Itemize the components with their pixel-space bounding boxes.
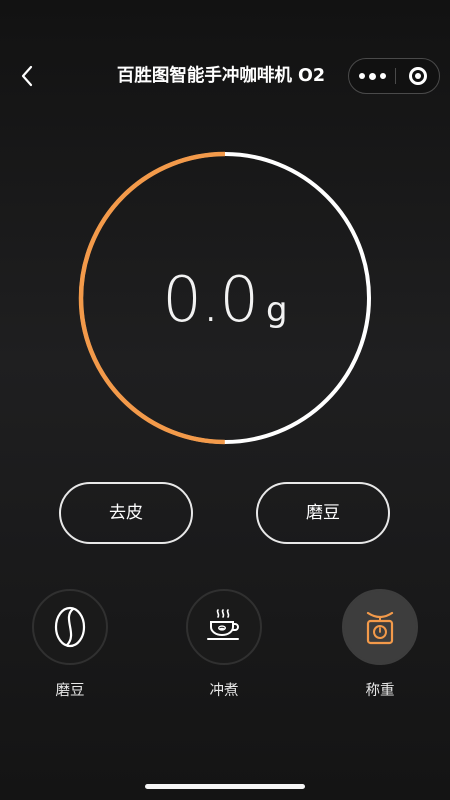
mode-brew-label: 冲煮 [209, 683, 239, 699]
target-circle-icon [409, 67, 427, 85]
page-title: 百胜图智能手冲咖啡机 O2 [116, 66, 326, 86]
mode-weigh[interactable]: 称重 [342, 589, 418, 700]
chevron-left-icon [21, 65, 33, 87]
mode-grind-circle [32, 589, 108, 665]
mode-grind[interactable]: 磨豆 [32, 589, 108, 700]
menu-capsule [348, 58, 440, 94]
more-dots-icon [358, 73, 365, 79]
back-button[interactable] [14, 62, 42, 90]
more-button[interactable] [349, 59, 395, 93]
nav-bar: 百胜图智能手冲咖啡机 O2 [0, 48, 450, 104]
grind-button[interactable]: 磨豆 [256, 482, 390, 544]
coffee-bean-icon [54, 606, 86, 648]
close-button[interactable] [396, 59, 440, 93]
home-indicator [145, 784, 305, 789]
weight-readout: 0.0 g [75, 260, 375, 340]
kitchen-scale-icon [366, 611, 394, 645]
coffee-cup-icon [207, 609, 239, 640]
mode-brew-circle [186, 589, 262, 665]
mode-brew[interactable]: 冲煮 [186, 589, 262, 700]
mode-grind-label: 磨豆 [55, 683, 85, 699]
weight-unit: g [266, 290, 288, 330]
mode-weigh-label: 称重 [365, 683, 395, 699]
tare-button[interactable]: 去皮 [59, 482, 193, 544]
mode-weigh-circle [342, 589, 418, 665]
weight-value: 0.0 [162, 263, 259, 336]
